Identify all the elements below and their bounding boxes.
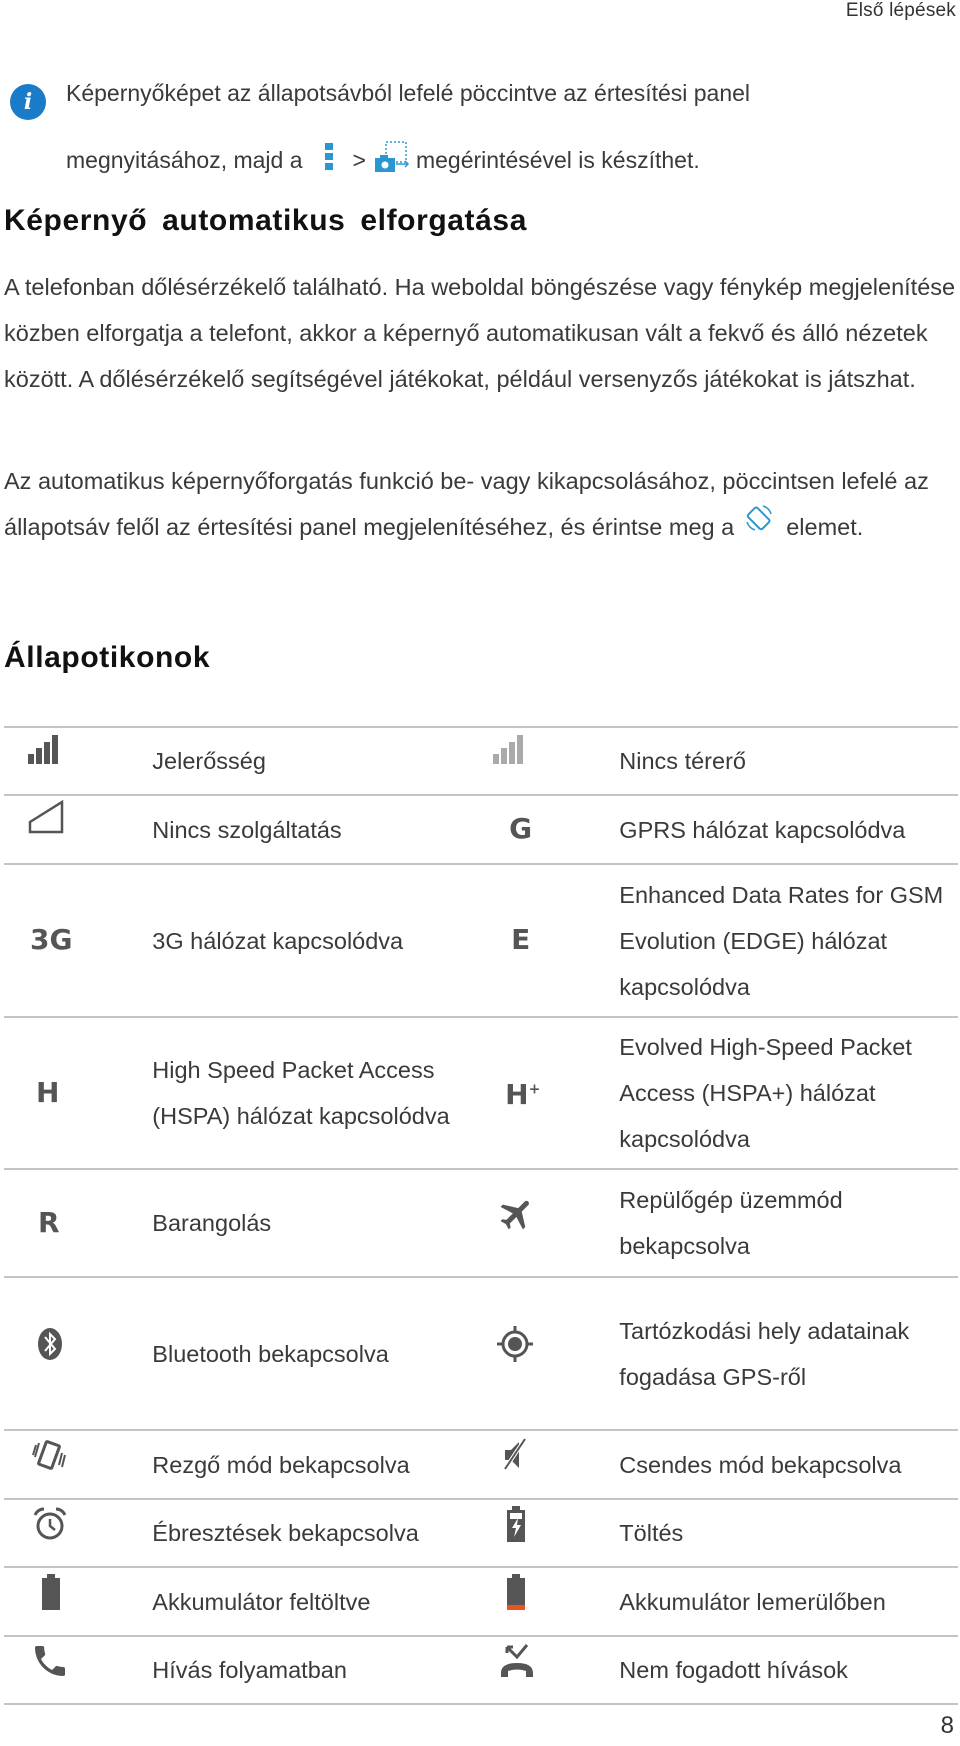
no-signal-icon bbox=[491, 732, 541, 776]
tip-text-before: megnyitásához, majd a bbox=[66, 146, 303, 173]
hspa-plus-sup: + bbox=[528, 1081, 541, 1098]
screenshot-icon bbox=[374, 140, 410, 180]
status-label: Nincs térerő bbox=[619, 748, 746, 774]
bluetooth-icon bbox=[36, 1324, 86, 1368]
hspa-plus-icon: H+ bbox=[491, 1078, 540, 1111]
section-title-auto-rotate: Képernyő automatikus elforgatása bbox=[4, 204, 528, 237]
signal-strength-icon bbox=[26, 732, 76, 776]
tip-line-1: Képernyőképet az állapotsávból lefelé pö… bbox=[66, 80, 751, 106]
table-row: Rezgő mód bekapcsolva Csendes mód bekapc… bbox=[4, 1430, 958, 1499]
status-label: Rezgő mód bekapcsolva bbox=[152, 1451, 410, 1478]
status-label: Csendes mód bekapcsolva bbox=[619, 1451, 902, 1478]
status-label: Tartózkodási hely adatainak fogadása GPS… bbox=[619, 1317, 910, 1390]
alarm-icon bbox=[30, 1504, 80, 1548]
section-title-status-icons: Állapotikonok bbox=[4, 641, 211, 674]
status-label: Ébresztések bekapcsolva bbox=[152, 1520, 419, 1546]
auto-rotate-icon bbox=[744, 502, 774, 548]
section-header: Első lépések bbox=[845, 0, 956, 21]
info-icon: i bbox=[10, 84, 46, 120]
status-label: Enhanced Data Rates for GSM Evolution (E… bbox=[619, 881, 944, 1000]
table-row: Jelerősség Nincs térerő bbox=[4, 727, 958, 795]
3g-icon: 3G bbox=[30, 923, 73, 956]
tip-line-2: megnyitásához, majd a > megérintésével i… bbox=[66, 140, 700, 180]
table-row: R Barangolás Repülőgép üzemmód bekapcsol… bbox=[4, 1169, 958, 1277]
status-label: Evolved High-Speed Packet Access (HSPA+)… bbox=[619, 1034, 912, 1152]
tip-text-after: megérintésével is készíthet. bbox=[415, 146, 700, 173]
battery-low-icon bbox=[497, 1572, 547, 1616]
no-service-icon bbox=[26, 800, 76, 844]
status-label: Nem fogadott hívások bbox=[619, 1657, 848, 1683]
gprs-icon: G bbox=[509, 812, 533, 845]
auto-rotate-paragraph-2: Az automatikus képernyőforgatás funkció … bbox=[4, 458, 960, 552]
table-row: Hívás folyamatban Nem fogadott hívások bbox=[4, 1636, 958, 1704]
status-label: Töltés bbox=[619, 1520, 684, 1546]
status-label: Repülőgép üzemmód bekapcsolva bbox=[619, 1187, 843, 1259]
missed-call-icon bbox=[497, 1641, 547, 1685]
status-icons-table: Jelerősség Nincs térerő Nincs szolgáltat… bbox=[4, 726, 958, 1705]
roaming-icon: R bbox=[38, 1205, 60, 1239]
status-label: Hívás folyamatban bbox=[152, 1657, 347, 1683]
table-row: 3G 3G hálózat kapcsolódva E Enhanced Dat… bbox=[4, 864, 958, 1017]
status-label: Nincs szolgáltatás bbox=[152, 816, 342, 843]
gps-icon bbox=[495, 1324, 545, 1368]
charging-icon bbox=[497, 1504, 547, 1548]
battery-full-icon bbox=[32, 1572, 82, 1616]
silent-icon bbox=[497, 1435, 547, 1479]
status-label: Akkumulátor feltöltve bbox=[152, 1588, 371, 1615]
separator: > bbox=[352, 146, 366, 173]
table-row: H High Speed Packet Access (HSPA) hálóza… bbox=[4, 1017, 958, 1169]
status-label: Bluetooth bekapcsolva bbox=[152, 1340, 389, 1367]
status-label: Barangolás bbox=[152, 1210, 272, 1236]
page-number: 8 bbox=[940, 1712, 954, 1739]
status-label: 3G hálózat kapcsolódva bbox=[152, 927, 404, 954]
edge-icon: E bbox=[511, 923, 531, 956]
auto-rotate-paragraph-1: A telefonban dőlésérzékelő található. Ha… bbox=[4, 274, 956, 392]
table-row: Ébresztések bekapcsolva Töltés bbox=[4, 1499, 958, 1567]
status-label: Akkumulátor lemerülőben bbox=[619, 1588, 886, 1615]
table-row: Bluetooth bekapcsolva Tartózkodási hely … bbox=[4, 1277, 958, 1430]
status-label: GPRS hálózat kapcsolódva bbox=[619, 816, 906, 843]
status-label: High Speed Packet Access (HSPA) hálózat … bbox=[152, 1057, 450, 1129]
hspa-icon: H bbox=[36, 1075, 60, 1109]
status-label: Jelerősség bbox=[152, 748, 266, 774]
table-row: Nincs szolgáltatás G GPRS hálózat kapcso… bbox=[4, 795, 958, 864]
more-menu-icon bbox=[323, 142, 335, 178]
call-icon bbox=[30, 1641, 80, 1685]
vibrate-icon bbox=[30, 1435, 80, 1479]
hspa-plus-letter: H bbox=[505, 1078, 529, 1112]
airplane-icon bbox=[497, 1194, 547, 1238]
paragraph-2-end: elemet. bbox=[786, 514, 864, 540]
table-row: Akkumulátor feltöltve Akkumulátor lemerü… bbox=[4, 1567, 958, 1636]
